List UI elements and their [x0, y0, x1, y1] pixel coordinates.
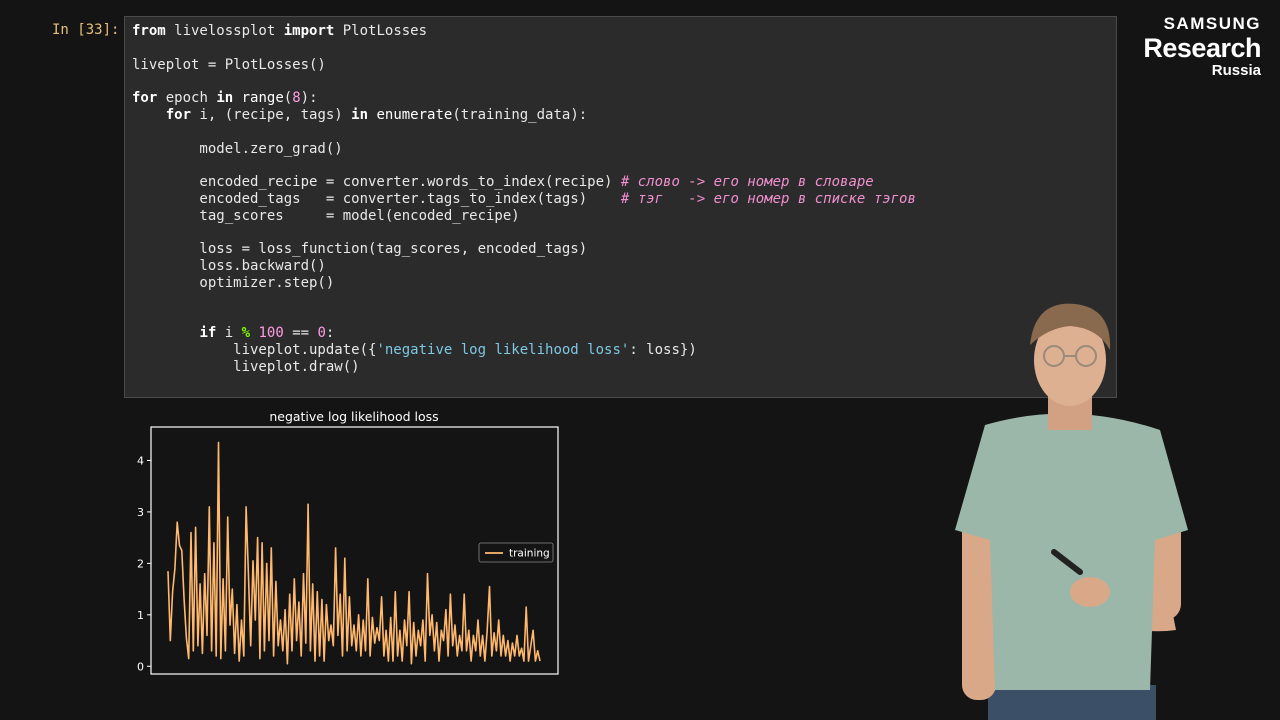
code-token: 0 [317, 325, 326, 342]
code-token: i [216, 325, 242, 342]
code-token: from [132, 23, 166, 39]
code-editor[interactable]: from livelossplot import PlotLosses livep… [132, 23, 916, 376]
code-token: encoded_tags = converter.tags_to_index(t… [132, 190, 621, 207]
code-token: model.zero_grad() [132, 140, 343, 157]
code-token: tag_scores = model(encoded_recipe) [132, 207, 520, 224]
code-token: 100 [258, 325, 284, 342]
code-token: import [283, 23, 335, 39]
logo-line-3: Russia [1211, 62, 1261, 79]
chart-title: negative log likelihood loss [269, 409, 439, 424]
plot-area [150, 426, 559, 675]
code-token: plot [241, 23, 284, 39]
presenter-figure [955, 303, 1188, 720]
code-token: : loss}) [629, 342, 697, 359]
code-line: for i, (recipe, tags) in enumerate(train… [132, 107, 916, 124]
y-tick-label: 3 [137, 506, 144, 519]
code-line: from livelossplot import PlotLosses [132, 23, 916, 40]
legend-box [478, 542, 554, 563]
code-token: # тэг -> его номер в списке тэгов [620, 190, 916, 207]
code-token: % [241, 325, 251, 342]
code-token: == [283, 325, 318, 342]
code-token: enumerate [376, 106, 453, 123]
code-token: range [241, 90, 284, 107]
code-token: : [325, 325, 335, 342]
code-token: 'negative log likelihood loss' [376, 342, 630, 359]
code-token: loss = loss_function(tag_scores, encoded… [132, 241, 588, 258]
legend-label: training [509, 548, 550, 560]
code-token: ( [283, 90, 293, 107]
code-token: epoch [157, 90, 217, 107]
code-line: loss.backward() [132, 258, 916, 275]
code-token: i, (recipe, tags) [191, 106, 352, 123]
code-line: encoded_recipe = converter.words_to_inde… [132, 174, 916, 191]
code-token: in [216, 90, 234, 107]
code-token: in [351, 106, 369, 123]
series-line-training [167, 441, 541, 665]
code-line: if i % 100 == 0: [132, 325, 916, 342]
code-token: for [132, 90, 158, 107]
code-token: (training_data): [452, 106, 588, 123]
code-token: liveplot.draw() [132, 358, 360, 375]
samsung-research-logo: SAMSUNG Research Russia [1143, 14, 1261, 79]
code-token: # слово -> его номер в словаре [620, 174, 874, 191]
logo-line-2: Research [1143, 33, 1261, 63]
code-line: tag_scores = model(encoded_recipe) [132, 208, 916, 225]
y-tick-label: 2 [137, 557, 144, 570]
code-token: 8 [292, 90, 301, 107]
y-tick-label: 0 [137, 660, 144, 673]
cell-prompt: In [33]: [52, 22, 120, 38]
y-tick-label: 1 [137, 609, 144, 622]
code-token: PlotLosses [334, 23, 428, 39]
code-line: for epoch in range(8): [132, 90, 916, 107]
code-token: liveplot.update({ [132, 342, 377, 359]
logo-line-1: SAMSUNG [1163, 14, 1261, 33]
code-line: liveplot.update({'negative log likelihoo… [132, 342, 916, 359]
code-token: ): [300, 90, 318, 107]
code-token: liveloss [165, 23, 242, 39]
code-line: liveplot = PlotLosses() [132, 57, 916, 74]
code-token: liveplot = PlotLosses() [132, 56, 326, 73]
code-token: if [199, 325, 217, 342]
code-token: for [165, 106, 192, 123]
code-line: liveplot.draw() [132, 359, 916, 376]
code-token: optimizer.step() [132, 274, 335, 291]
code-line: model.zero_grad() [132, 141, 916, 158]
code-line: encoded_tags = converter.tags_to_index(t… [132, 190, 916, 208]
code-line: optimizer.step() [132, 275, 916, 292]
code-token: loss.backward() [132, 258, 326, 275]
code-token: encoded_recipe = converter.words_to_inde… [132, 174, 621, 191]
code-line: loss = loss_function(tag_scores, encoded… [132, 241, 916, 258]
y-tick-label: 4 [137, 454, 144, 467]
